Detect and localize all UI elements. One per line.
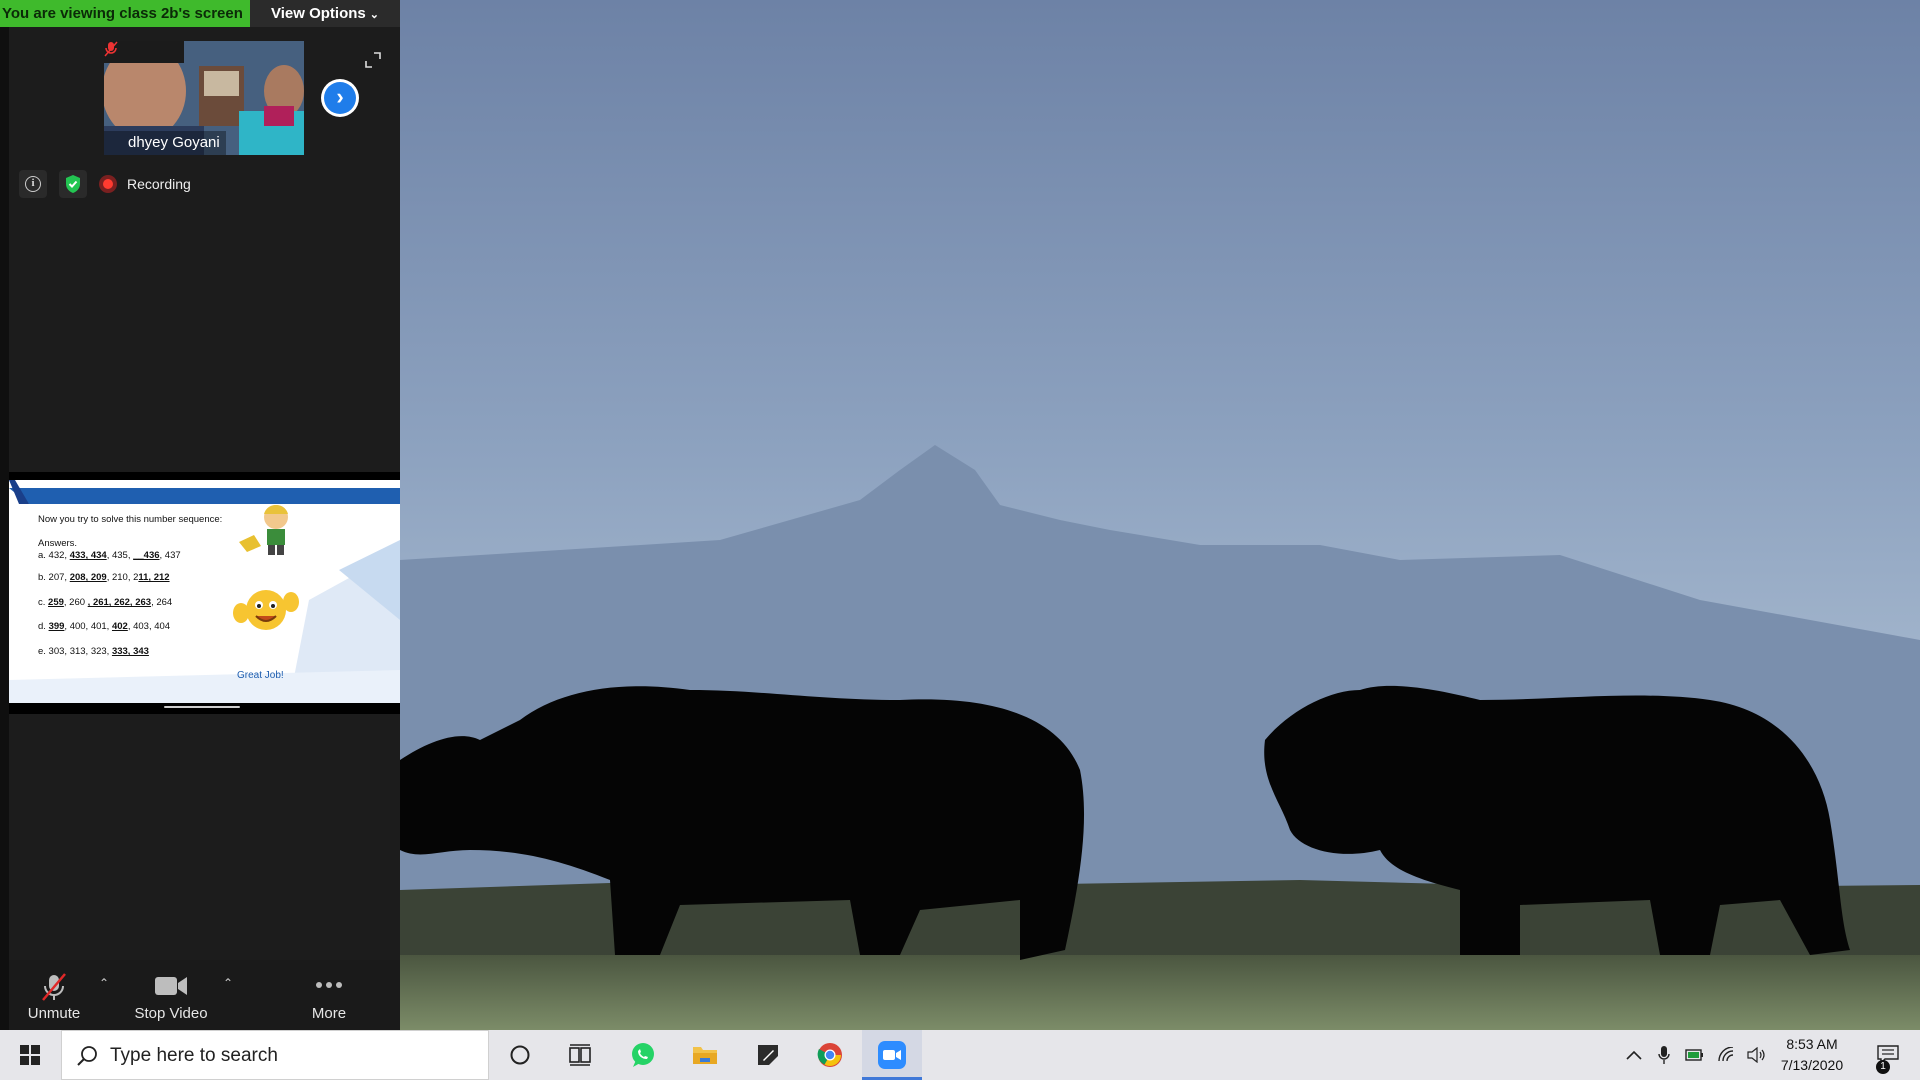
participant-video-tile[interactable]: dhyey Goyani	[104, 41, 304, 155]
chevron-right-icon: ›	[324, 82, 356, 114]
video-options-chevron-up-icon[interactable]: ⌃	[223, 976, 233, 990]
windows-logo-icon	[20, 1045, 40, 1065]
wifi-tray-button[interactable]	[1714, 1030, 1740, 1080]
encryption-shield-icon[interactable]	[59, 170, 87, 198]
screen-share-banner: You are viewing class 2b's screen View O…	[0, 0, 400, 27]
microphone-icon	[1658, 1046, 1670, 1064]
chrome-taskbar-button[interactable]	[805, 1030, 855, 1080]
answers-label: Answers.	[38, 538, 78, 549]
whatsapp-taskbar-button[interactable]	[618, 1030, 668, 1080]
chevron-up-icon	[1626, 1050, 1642, 1060]
fullscreen-icon[interactable]	[365, 52, 381, 68]
shared-screen-view: Now you try to solve this number sequenc…	[9, 472, 400, 714]
start-button[interactable]	[0, 1030, 60, 1080]
zoom-meeting-panel: You are viewing class 2b's screen View O…	[0, 0, 400, 1030]
task-view-icon	[569, 1044, 591, 1066]
more-button[interactable]: More	[289, 960, 369, 1030]
sequence-row-b: b. 207, 208, 209, 210, 211, 212	[38, 572, 170, 583]
more-dots-icon	[316, 982, 342, 988]
notification-count-badge: 1	[1876, 1060, 1890, 1074]
action-center-button[interactable]	[1868, 1030, 1908, 1080]
recording-label: Recording	[127, 176, 191, 192]
taskbar-search-box[interactable]: Type here to search	[61, 1030, 489, 1080]
cortana-circle-icon	[510, 1045, 530, 1065]
muted-mic-icon	[104, 41, 118, 57]
participant-name: dhyey Goyani	[104, 131, 226, 155]
search-placeholder: Type here to search	[110, 1045, 278, 1066]
sticky-notes-taskbar-button[interactable]	[743, 1030, 793, 1080]
microphone-tray-button[interactable]	[1652, 1030, 1676, 1080]
clock-time: 8:53 AM	[1786, 1036, 1838, 1052]
slide-prompt: Now you try to solve this number sequenc…	[38, 514, 223, 525]
info-icon: i	[25, 176, 41, 192]
volume-tray-button[interactable]	[1744, 1030, 1770, 1080]
meeting-controls: Unmute ⌃ Stop Video ⌃ More	[9, 960, 400, 1030]
sequence-row-d: d. 399, 400, 401, 402, 403, 404	[38, 621, 171, 632]
file-explorer-taskbar-button[interactable]	[680, 1030, 730, 1080]
unmute-button[interactable]: Unmute	[19, 960, 89, 1030]
whatsapp-icon	[632, 1043, 654, 1067]
battery-tray-button[interactable]	[1682, 1030, 1708, 1080]
cortana-button[interactable]	[495, 1030, 545, 1080]
home-handle	[164, 706, 240, 708]
chevron-down-icon: ⌄	[369, 9, 379, 21]
sticky-notes-icon	[758, 1045, 778, 1065]
battery-charging-icon	[1685, 1049, 1703, 1061]
sequence-row-e: e. 303, 313, 323, 333, 343	[38, 646, 149, 657]
unmute-label: Unmute	[27, 1005, 81, 1022]
system-clock[interactable]: 8:53 AM 7/13/2020	[1768, 1034, 1856, 1076]
view-options-label: View Options	[271, 5, 366, 22]
clock-date: 7/13/2020	[1780, 1057, 1844, 1073]
folder-icon	[693, 1047, 717, 1064]
video-camera-icon	[155, 977, 187, 995]
meeting-info-button[interactable]: i	[19, 170, 47, 198]
stop-video-button[interactable]: Stop Video	[121, 960, 221, 1030]
muted-mic-icon	[42, 973, 66, 1001]
zoom-app-icon	[878, 1041, 906, 1069]
stop-video-label: Stop Video	[134, 1005, 208, 1022]
task-view-button[interactable]	[555, 1030, 605, 1080]
wifi-icon	[1718, 1047, 1734, 1062]
shield-check-icon	[66, 175, 80, 193]
sequence-row-c: c. 259, 260 , 261, 262, 263, 264	[38, 597, 173, 608]
search-icon	[77, 1046, 97, 1066]
recording-icon	[99, 175, 117, 193]
more-label: More	[311, 1005, 347, 1022]
next-page-button[interactable]: ›	[321, 79, 359, 117]
sequence-row-a: a. 432, 433, 434, 435, __436, 437	[38, 550, 181, 561]
device-nav-bar	[9, 703, 400, 714]
video-gallery: dhyey Goyani › i Recording	[9, 27, 400, 472]
speaker-icon	[1747, 1047, 1765, 1063]
device-status-bar	[9, 472, 400, 480]
viewing-screen-label: You are viewing class 2b's screen	[0, 0, 250, 27]
meeting-status-row: i Recording	[19, 169, 191, 199]
audio-options-chevron-up-icon[interactable]: ⌃	[99, 976, 109, 990]
show-hidden-icons-button[interactable]	[1622, 1030, 1646, 1080]
view-options-button[interactable]: View Options ⌄	[250, 0, 400, 27]
windows-taskbar: Type here to search 8:53 AM 7/13/2020 1	[0, 1030, 1920, 1080]
great-job-label: Great Job!	[237, 670, 284, 681]
zoom-taskbar-button[interactable]	[862, 1030, 922, 1080]
panel-edge	[0, 0, 9, 1030]
chrome-icon	[817, 1043, 842, 1067]
shared-slide: Now you try to solve this number sequenc…	[9, 480, 400, 703]
